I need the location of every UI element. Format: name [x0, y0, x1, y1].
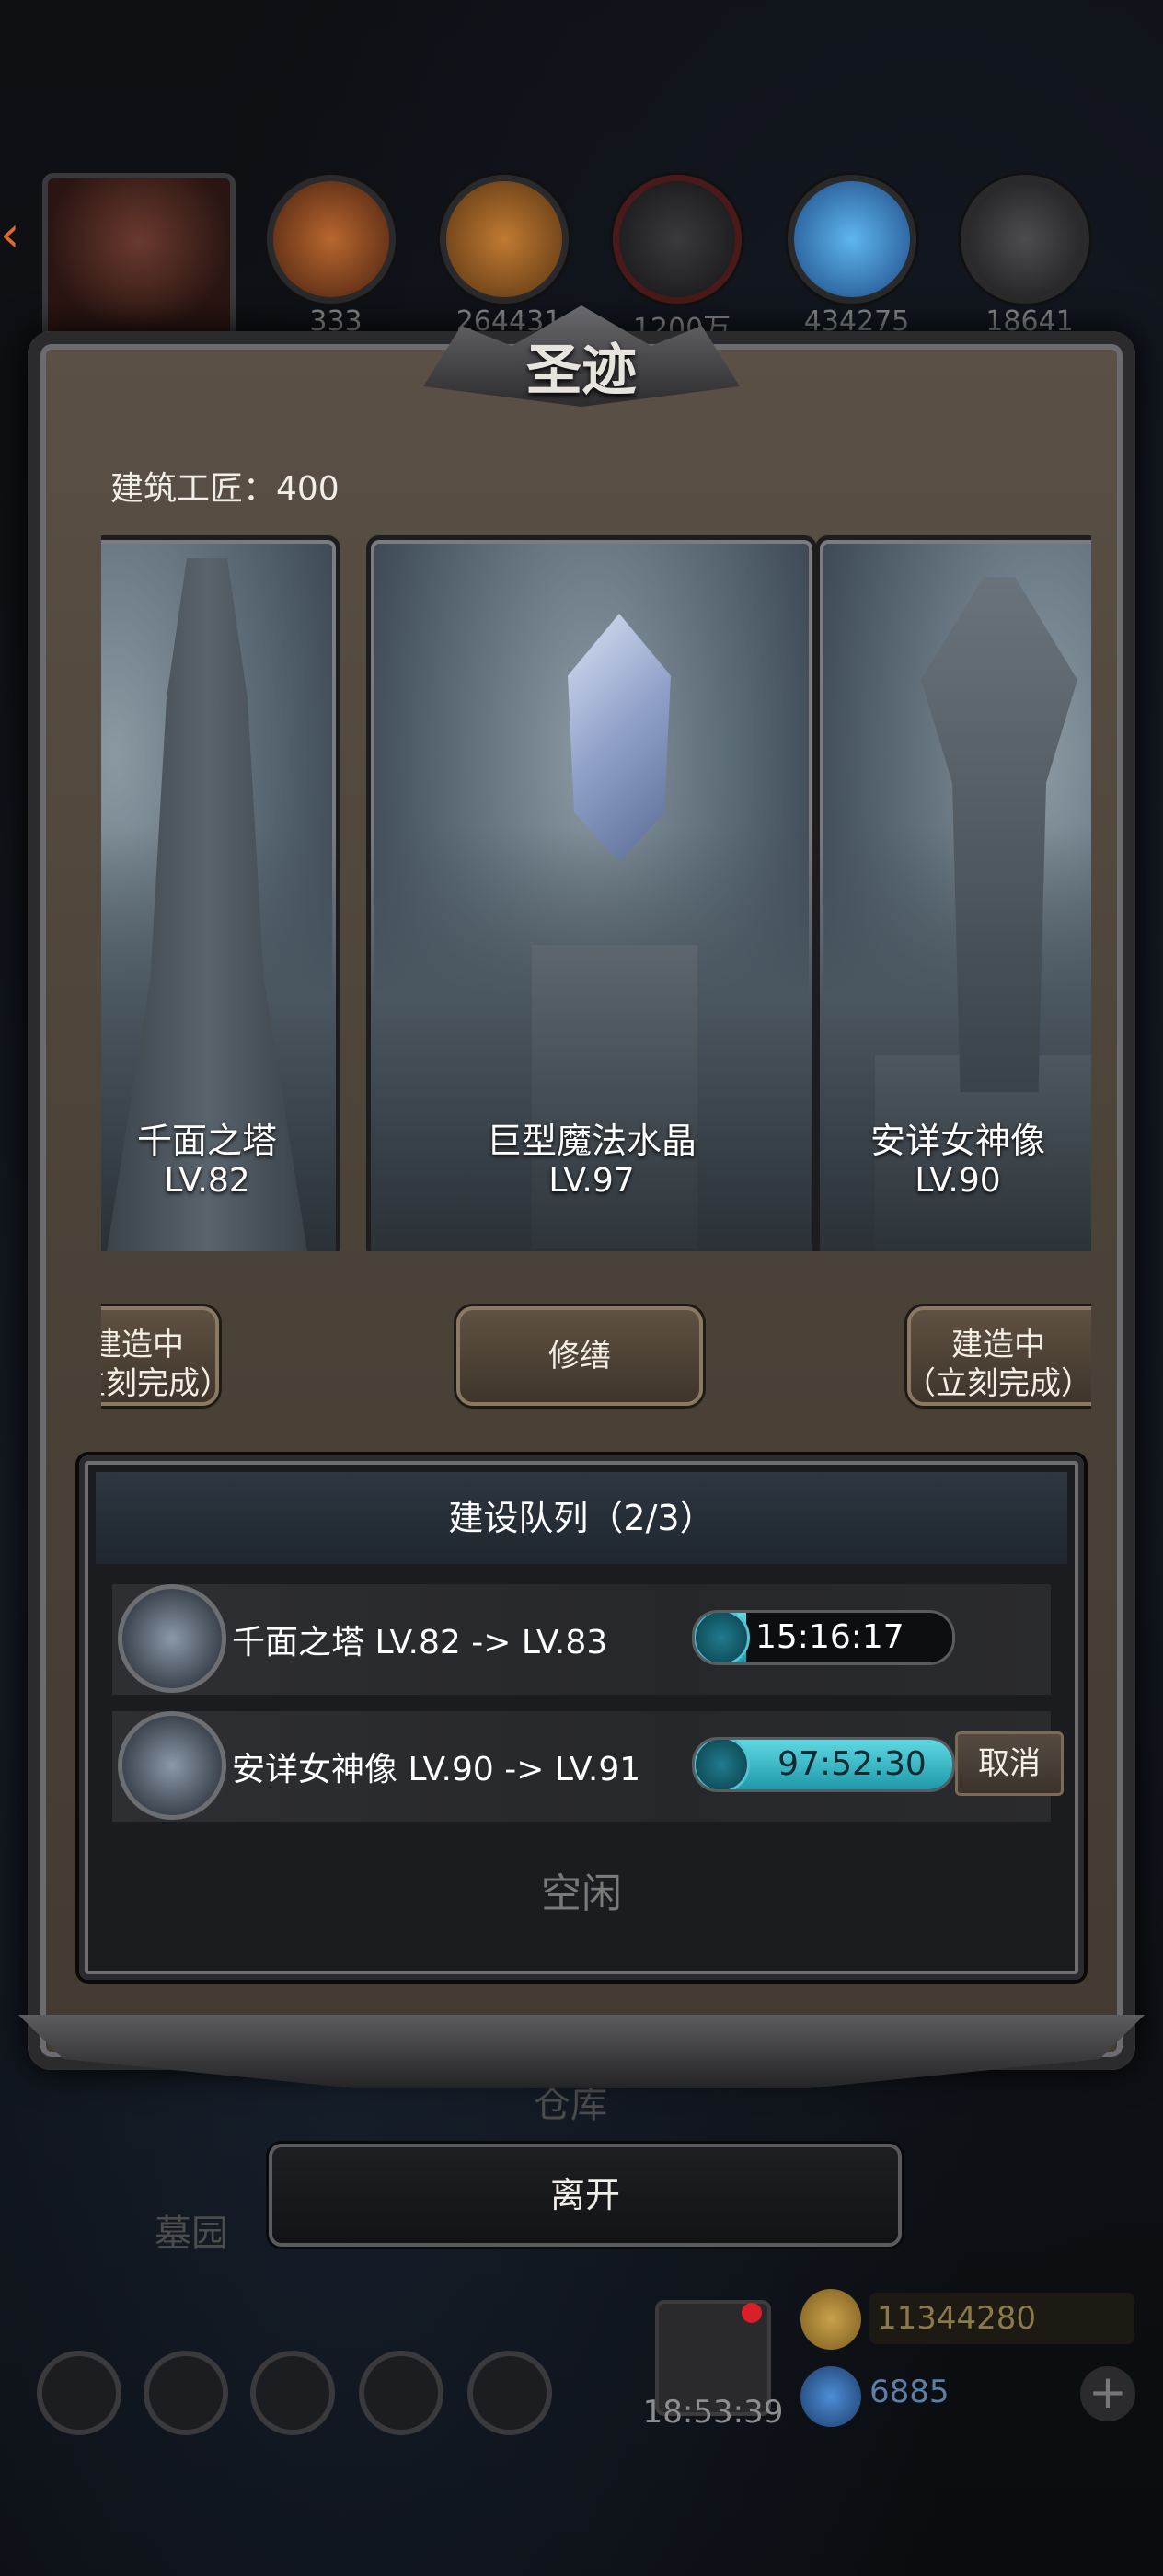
notification-dot — [742, 2303, 762, 2323]
queue-row[interactable]: 千面之塔 LV.82 -> LV.83 15:16:17 — [112, 1584, 1051, 1695]
clock-icon — [695, 1613, 750, 1662]
settings-gear-icon[interactable] — [37, 2351, 121, 2435]
build-queue-panel: 建设队列（2/3） 千面之塔 LV.82 -> LV.83 15:16:17 安… — [79, 1455, 1084, 1980]
blue-crystal-icon — [788, 175, 916, 304]
queue-title: 建设队列（2/3） — [448, 1498, 715, 1538]
add-currency-button[interactable]: + — [1080, 2366, 1135, 2421]
queue-row-text: 千面之塔 LV.82 -> LV.83 — [232, 1624, 608, 1662]
star-badge-icon[interactable] — [144, 2351, 228, 2435]
gold-amount: 11344280 — [869, 2293, 1134, 2344]
queue-idle-slot: 空闲 — [541, 1870, 622, 1917]
resource-plank[interactable]: 264431 — [440, 175, 569, 338]
gem-icon — [800, 2366, 861, 2427]
frame-bottom-ornament — [18, 2015, 1145, 2088]
statue-thumbnail-icon — [118, 1711, 226, 1820]
gold-coin-icon — [800, 2289, 861, 2350]
ranking-icon[interactable] — [250, 2351, 335, 2435]
resource-iron[interactable]: 1200万 — [613, 175, 742, 345]
timer-text: 15:16:17 — [755, 1618, 904, 1656]
timer-text: 97:52:30 — [777, 1745, 927, 1783]
resource-steel[interactable]: 18641 — [961, 175, 1089, 338]
tower-thumbnail-icon — [118, 1584, 226, 1693]
clock-icon — [695, 1740, 750, 1789]
player-avatar[interactable] — [42, 173, 236, 340]
wood-log-icon — [267, 175, 396, 304]
plank-icon — [440, 175, 569, 304]
sanctum-modal: 圣迹 建筑工匠：400 千面之塔 LV.82 巨型魔法水晶 LV.97 安详女神… — [18, 305, 1145, 2088]
resource-crystal[interactable]: 434275 — [788, 175, 916, 338]
repair-button[interactable]: 修缮 — [456, 1306, 703, 1406]
action-label: （立刻完成） — [101, 1365, 215, 1402]
back-arrow-icon[interactable]: ‹ — [0, 207, 37, 262]
queue-row[interactable]: 安详女神像 LV.90 -> LV.91 97:52:30 取消 — [112, 1711, 1064, 1822]
mail-icon[interactable] — [359, 2351, 443, 2435]
steel-plate-icon — [961, 175, 1089, 304]
instant-complete-button[interactable]: 建造中 （立刻完成） — [907, 1306, 1091, 1406]
instant-complete-button[interactable]: 建造中 （立刻完成） — [101, 1306, 219, 1406]
queue-row-text: 安详女神像 LV.90 -> LV.91 — [232, 1751, 641, 1788]
queue-timer: 97:52:30 — [692, 1737, 955, 1792]
gift-timer: 18:53:39 — [642, 2394, 784, 2431]
action-label: 修缮 — [548, 1338, 611, 1374]
gem-amount: 6885 — [869, 2374, 950, 2410]
cemetery-label: 墓园 — [155, 2213, 228, 2255]
action-label: （立刻完成） — [907, 1365, 1091, 1402]
queue-timer: 15:16:17 — [692, 1610, 955, 1665]
resource-wood[interactable]: 333 — [267, 175, 396, 338]
action-buttons-row: 建造中 （立刻完成） 修缮 建造中 （立刻完成） — [101, 331, 1091, 1435]
iron-ingot-icon — [613, 175, 742, 304]
map-icon[interactable] — [467, 2351, 552, 2435]
cancel-button[interactable]: 取消 — [955, 1731, 1064, 1796]
leave-button[interactable]: 离开 — [269, 2144, 902, 2247]
queue-header: 建设队列（2/3） — [96, 1472, 1067, 1564]
